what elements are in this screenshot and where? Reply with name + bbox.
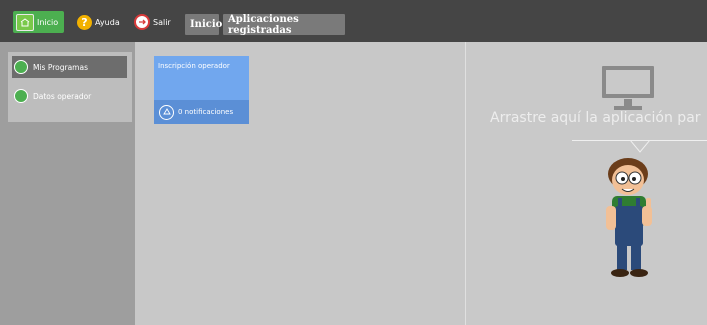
sidebar-item-datos-operador[interactable]: Datos operador: [12, 85, 127, 107]
sidebar-item-label: Mis Programas: [33, 62, 88, 72]
help-button-label: Ayuda: [95, 17, 120, 27]
bell-icon: [159, 104, 174, 120]
home-icon: [16, 13, 34, 31]
help-button[interactable]: ? Ayuda: [77, 11, 127, 33]
tile-title: Inscripción operador: [158, 62, 230, 70]
user-icon: [14, 89, 28, 103]
home-button[interactable]: Inicio: [13, 11, 64, 33]
monitor-icon: [602, 66, 654, 110]
breadcrumb-registered-apps[interactable]: Aplicaciones registradas: [223, 14, 345, 36]
mascot-character: [606, 158, 652, 277]
sidebar-item-mis-programas[interactable]: Mis Programas: [12, 56, 127, 78]
help-icon: ?: [77, 14, 92, 30]
window-icon: [14, 60, 28, 74]
app-tile[interactable]: Inscripción operador 0 notificaciones: [154, 56, 249, 124]
tile-footer: 0 notificaciones: [154, 100, 249, 124]
sidebar-item-label: Datos operador: [33, 91, 92, 101]
drop-zone-text: Arrastre aquí la aplicación par: [490, 110, 701, 126]
breadcrumb-home[interactable]: Inicio: [185, 14, 222, 35]
drop-zone[interactable]: [465, 42, 707, 325]
top-bar: Inicio ? Ayuda Salir Inicio Aplicaciones…: [0, 0, 707, 42]
tile-header: Inscripción operador: [154, 56, 249, 100]
exit-icon: [134, 14, 150, 30]
exit-button-label: Salir: [153, 17, 171, 27]
tile-notifications: 0 notificaciones: [178, 108, 234, 116]
exit-button[interactable]: Salir: [134, 11, 174, 33]
home-button-label: Inicio: [37, 17, 59, 27]
